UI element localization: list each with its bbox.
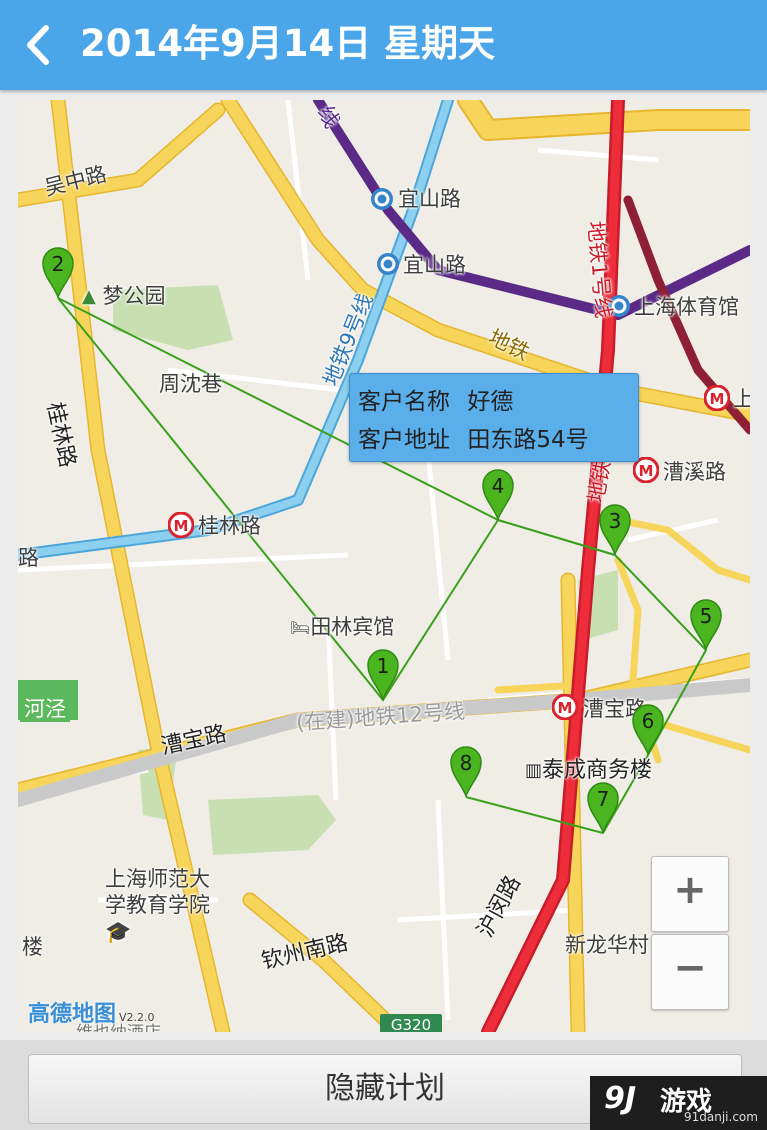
- school-icon: 🎓: [105, 920, 132, 944]
- station-label: 漕溪路: [663, 460, 726, 484]
- highway-shield: G320: [380, 1014, 442, 1032]
- station-label: 上: [733, 387, 750, 411]
- page-title: 2014年9月14日 星期天: [80, 22, 496, 65]
- svg-text:M: M: [174, 517, 189, 535]
- marker-number: 6: [642, 709, 655, 733]
- station-label: 宜山路: [403, 253, 466, 277]
- marker-number: 3: [609, 509, 622, 533]
- route-marker-4[interactable]: 4: [481, 468, 515, 520]
- metro-icon: M: [168, 512, 194, 538]
- route-marker-1[interactable]: 1: [366, 648, 400, 700]
- back-icon[interactable]: [22, 24, 56, 66]
- provider-name: 高德地图: [28, 1002, 117, 1027]
- watermark: 9J 游戏 91danji.com: [590, 1076, 767, 1130]
- metro-icon: M: [704, 385, 730, 411]
- customer-info-popup[interactable]: 客户名称 好德 客户地址 田东路54号: [349, 373, 639, 462]
- poi-name: 田林宾馆: [310, 615, 395, 639]
- station-label: 上海体育馆: [634, 295, 739, 319]
- metro-icon: M: [552, 694, 578, 720]
- map-provider-logo: 高德地图 V2.2.0: [28, 996, 155, 1028]
- customer-name-row: 客户名称 好德: [358, 382, 513, 416]
- route-marker-2[interactable]: 2: [41, 246, 75, 298]
- park-icon: ▲: [82, 286, 96, 307]
- poi-label: 🛏田林宾馆: [290, 614, 394, 641]
- title-bar: 2014年9月14日 星期天: [0, 0, 767, 90]
- svg-text:M: M: [639, 462, 654, 480]
- customer-address-row: 客户地址 田东路54号: [358, 420, 589, 454]
- route-marker-7[interactable]: 7: [586, 781, 620, 833]
- plus-icon: +: [673, 867, 707, 913]
- marker-number: 7: [597, 787, 610, 811]
- route-marker-6[interactable]: 6: [631, 703, 665, 755]
- park-area: [208, 795, 336, 855]
- station-label: 桂林路: [198, 514, 261, 538]
- minus-icon: −: [673, 945, 707, 991]
- watermark-site: 91danji.com: [684, 1110, 758, 1124]
- marker-number: 5: [700, 604, 713, 628]
- zoom-in-button[interactable]: +: [651, 856, 729, 932]
- poi-label: 新龙华村: [565, 933, 649, 957]
- station-label: 宜山路: [398, 187, 461, 211]
- customer-address-value: 田东路54号: [467, 427, 589, 453]
- poi-name: 上海师范大学教育学院: [105, 867, 210, 917]
- metro-transfer-icon: [371, 188, 393, 210]
- marker-number: 2: [52, 252, 65, 276]
- marker-number: 4: [492, 474, 505, 498]
- customer-name-label: 客户名称: [358, 389, 450, 415]
- district-label: 河泾: [20, 696, 70, 722]
- customer-name-value: 好德: [467, 389, 514, 415]
- street-label: 周沈巷: [159, 372, 222, 396]
- poi-label: 楼: [22, 935, 43, 959]
- provider-version: V2.2.0: [119, 1011, 155, 1024]
- zoom-out-button[interactable]: −: [651, 934, 729, 1010]
- building-icon: ▥: [525, 760, 543, 781]
- route-marker-3[interactable]: 3: [598, 503, 632, 555]
- svg-text:M: M: [710, 390, 725, 408]
- hotel-icon: 🛏: [290, 618, 311, 637]
- route-marker-8[interactable]: 8: [449, 745, 483, 797]
- watermark-logo-icon: 9J: [604, 1081, 637, 1116]
- map-view[interactable]: M M M M 吴中路 桂林路 漕宝路 钦州南路 沪闵路 周沈巷 地铁9号线 地…: [18, 100, 750, 1032]
- metro-transfer-icon: [377, 253, 399, 275]
- poi-name: 梦公园: [102, 284, 166, 308]
- marker-number: 1: [377, 654, 390, 678]
- poi-label: ▲ 梦公园: [82, 283, 166, 310]
- poi-name: 泰成商务楼: [542, 758, 653, 783]
- street-label: 路: [18, 546, 39, 570]
- route-marker-5[interactable]: 5: [689, 598, 723, 650]
- marker-number: 8: [460, 751, 473, 775]
- poi-label: 上海师范大学教育学院 🎓: [105, 866, 225, 945]
- svg-text:M: M: [558, 699, 573, 717]
- customer-address-label: 客户地址: [358, 427, 450, 453]
